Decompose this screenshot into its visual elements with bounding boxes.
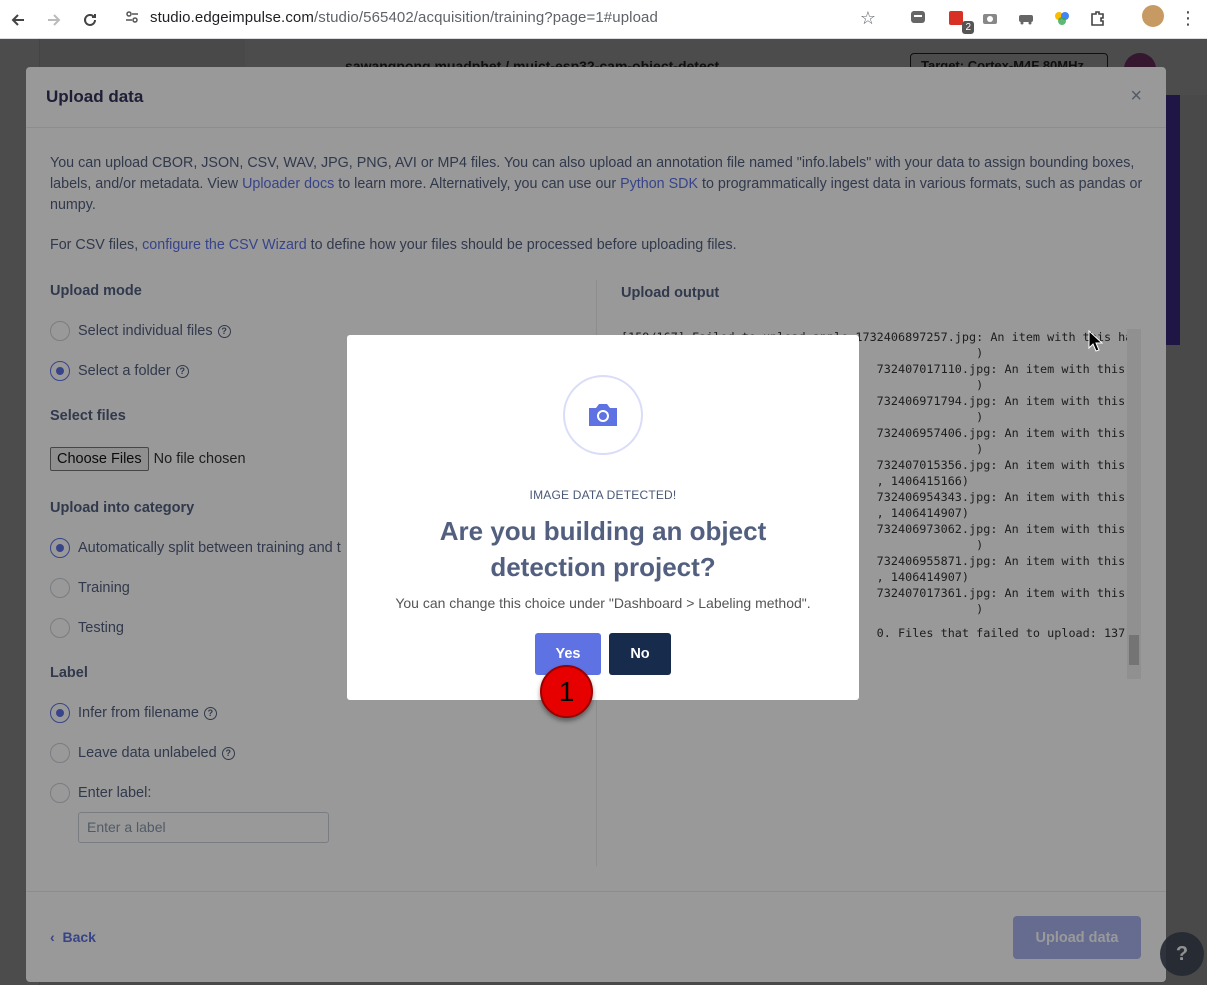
url-text: studio.edgeimpulse.com/studio/565402/acq… [150, 9, 658, 26]
camera-extension-icon[interactable] [978, 6, 1002, 30]
address-bar[interactable]: studio.edgeimpulse.com/studio/565402/acq… [112, 2, 892, 32]
bookmark-star-icon[interactable]: ☆ [856, 6, 880, 30]
browser-toolbar: studio.edgeimpulse.com/studio/565402/acq… [0, 0, 1207, 39]
step-marker: 1 [540, 665, 593, 718]
chat-extension-icon[interactable] [906, 6, 930, 30]
browser-menu-icon[interactable]: ⋮ [1178, 6, 1198, 30]
dialog-hint: You can change this choice under "Dashbo… [395, 595, 811, 611]
site-info-icon[interactable] [120, 5, 144, 29]
url-host: studio.edgeimpulse.com [150, 8, 314, 26]
vehicle-extension-icon[interactable] [1014, 6, 1038, 30]
camera-icon [563, 375, 643, 455]
forward-arrow-icon[interactable] [40, 6, 68, 34]
url-path: /studio/565402/acquisition/training?page… [313, 8, 658, 26]
dialog-question: Are you building an object detection pro… [347, 513, 859, 585]
back-arrow-icon[interactable] [4, 6, 32, 34]
no-button[interactable]: No [609, 633, 671, 675]
dialog-question-text: Are you building an object detection pro… [439, 516, 767, 582]
object-detection-dialog: IMAGE DATA DETECTED! Are you building an… [347, 335, 859, 700]
mouse-cursor-icon [1088, 329, 1104, 357]
puzzle-extensions-icon[interactable] [1086, 6, 1110, 30]
reload-icon[interactable] [76, 6, 104, 34]
calendar-extension-icon[interactable]: 2 [944, 6, 974, 34]
image-data-detected-text: IMAGE DATA DETECTED! [529, 488, 677, 502]
profile-avatar[interactable] [1142, 5, 1164, 27]
extension-badge: 2 [962, 21, 974, 34]
color-extension-icon[interactable] [1050, 6, 1074, 30]
